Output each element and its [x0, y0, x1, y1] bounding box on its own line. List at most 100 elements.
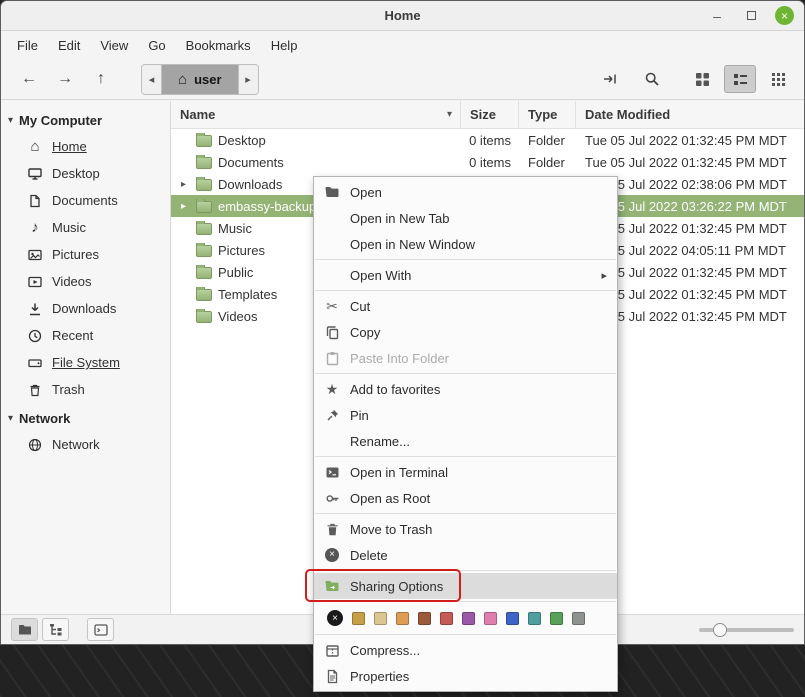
menu-view[interactable]: View	[90, 34, 138, 57]
maximize-button[interactable]	[741, 6, 761, 26]
sidebar-item-documents[interactable]: Documents	[1, 187, 170, 214]
toggle-location-entry-icon	[602, 71, 618, 87]
context-menu-item-delete[interactable]: × Delete	[314, 542, 617, 568]
back-button[interactable]: ←	[11, 64, 47, 94]
folder-color-swatch[interactable]	[374, 612, 387, 625]
share-folder-icon	[323, 578, 341, 594]
folder-color-swatch[interactable]	[418, 612, 431, 625]
context-menu-item-sharing-options[interactable]: Sharing Options	[314, 573, 617, 599]
folder-color-swatch[interactable]	[572, 612, 585, 625]
folder-color-swatch[interactable]	[462, 612, 475, 625]
titlebar[interactable]: Home – ×	[1, 1, 804, 31]
menu-go[interactable]: Go	[138, 34, 175, 57]
icon-view-button[interactable]	[686, 65, 718, 93]
treeview-toggle-button[interactable]	[42, 618, 69, 641]
terminal-icon	[323, 465, 341, 480]
menu-edit[interactable]: Edit	[48, 34, 90, 57]
toggle-location-entry-button[interactable]	[594, 65, 626, 93]
folder-color-swatch[interactable]	[506, 612, 519, 625]
sidebar-item-pictures[interactable]: Pictures	[1, 241, 170, 268]
zoom-slider-handle[interactable]	[713, 623, 727, 637]
sidebar-item-videos[interactable]: Videos	[1, 268, 170, 295]
folder-color-swatch[interactable]	[484, 612, 497, 625]
column-header-date-modified[interactable]: Date Modified	[576, 101, 804, 128]
path-segment-user[interactable]: ⌂ user	[162, 65, 238, 94]
context-menu-item-open-as-root[interactable]: Open as Root	[314, 485, 617, 511]
expander-icon[interactable]: ▸	[177, 201, 190, 212]
menu-separator	[315, 634, 616, 635]
folder-color-default-swatch[interactable]: ×	[327, 610, 343, 626]
sidebar-item-desktop[interactable]: Desktop	[1, 160, 170, 187]
expander-icon[interactable]: ▸	[177, 179, 190, 190]
column-header-size[interactable]: Size	[461, 101, 519, 128]
search-button[interactable]	[636, 65, 668, 93]
context-menu-item-open-with[interactable]: Open With ▸	[314, 262, 617, 288]
context-menu-item-copy[interactable]: Copy	[314, 319, 617, 345]
maximize-icon	[747, 11, 756, 20]
sidebar-item-file-system[interactable]: File System	[1, 349, 170, 376]
minimize-button[interactable]: –	[707, 6, 727, 26]
file-row-desktop[interactable]: Desktop 0 items Folder Tue 05 Jul 2022 0…	[171, 129, 804, 151]
context-menu-item-cut[interactable]: ✂ Cut	[314, 293, 617, 319]
chevron-down-icon: ▾	[8, 115, 13, 126]
column-header-name[interactable]: Name ▾	[171, 101, 461, 128]
folder-color-swatch[interactable]	[550, 612, 563, 625]
compact-view-button[interactable]	[762, 65, 794, 93]
menu-bookmarks[interactable]: Bookmarks	[176, 34, 261, 57]
home-icon: ⌂	[27, 139, 43, 154]
compact-view-icon	[771, 72, 786, 87]
places-toggle-button[interactable]	[11, 618, 38, 641]
sidebar-section-label: Network	[19, 411, 70, 426]
zoom-slider[interactable]	[699, 620, 794, 640]
sidebar-section-label: My Computer	[19, 113, 102, 128]
context-menu-item-open[interactable]: Open	[314, 179, 617, 205]
context-menu-item-open-in-terminal[interactable]: Open in Terminal	[314, 459, 617, 485]
folder-color-swatch[interactable]	[396, 612, 409, 625]
context-menu-item-pin[interactable]: Pin	[314, 402, 617, 428]
list-view-button[interactable]	[724, 65, 756, 93]
terminal-toggle-button[interactable]	[87, 618, 114, 641]
folder-icon	[196, 157, 212, 169]
context-menu-item-add-to-favorites[interactable]: ★ Add to favorites	[314, 376, 617, 402]
context-menu-item-open-new-tab[interactable]: Open in New Tab	[314, 205, 617, 231]
menu-separator	[315, 570, 616, 571]
menu-separator	[315, 601, 616, 602]
close-button[interactable]: ×	[775, 6, 794, 25]
sidebar-item-trash[interactable]: Trash	[1, 376, 170, 403]
folder-icon	[196, 223, 212, 235]
context-menu-item-move-to-trash[interactable]: Move to Trash	[314, 516, 617, 542]
path-scroll-left-button[interactable]: ◂	[142, 65, 162, 94]
scissors-icon: ✂	[326, 299, 338, 313]
videos-icon	[27, 275, 43, 289]
file-row-documents[interactable]: Documents 0 items Folder Tue 05 Jul 2022…	[171, 151, 804, 173]
column-header-type[interactable]: Type	[519, 101, 576, 128]
sidebar-section-my-computer[interactable]: ▾ My Computer	[1, 107, 170, 133]
context-menu-item-rename[interactable]: Rename...	[314, 428, 617, 454]
context-menu-item-open-new-window[interactable]: Open in New Window	[314, 231, 617, 257]
home-icon: ⌂	[178, 71, 187, 88]
sidebar-item-network[interactable]: Network	[1, 431, 170, 458]
file-name: Videos	[218, 309, 258, 324]
sidebar-item-downloads[interactable]: Downloads	[1, 295, 170, 322]
folder-icon	[196, 289, 212, 301]
path-scroll-right-button[interactable]: ▸	[238, 65, 258, 94]
menu-help[interactable]: Help	[261, 34, 308, 57]
up-button[interactable]: ↑	[83, 64, 119, 94]
sidebar-item-music[interactable]: ♪ Music	[1, 214, 170, 241]
folder-color-swatch[interactable]	[440, 612, 453, 625]
sidebar-item-home[interactable]: ⌂ Home	[1, 133, 170, 160]
sidebar-item-recent[interactable]: Recent	[1, 322, 170, 349]
folder-color-swatch[interactable]	[352, 612, 365, 625]
context-menu-item-properties[interactable]: Properties	[314, 663, 617, 689]
network-icon	[27, 438, 43, 452]
toolbar: ← → ↑ ◂ ⌂ user ▸	[1, 59, 804, 100]
folder-color-swatch[interactable]	[528, 612, 541, 625]
forward-button[interactable]: →	[47, 64, 83, 94]
menu-file[interactable]: File	[7, 34, 48, 57]
trash-icon	[323, 522, 341, 537]
file-name: Public	[218, 265, 253, 280]
context-menu-item-compress[interactable]: Compress...	[314, 637, 617, 663]
file-modified: Tue 05 Jul 2022 01:32:45 PM MDT	[576, 133, 804, 148]
menu-separator	[315, 373, 616, 374]
sidebar-section-network[interactable]: ▾ Network	[1, 405, 170, 431]
